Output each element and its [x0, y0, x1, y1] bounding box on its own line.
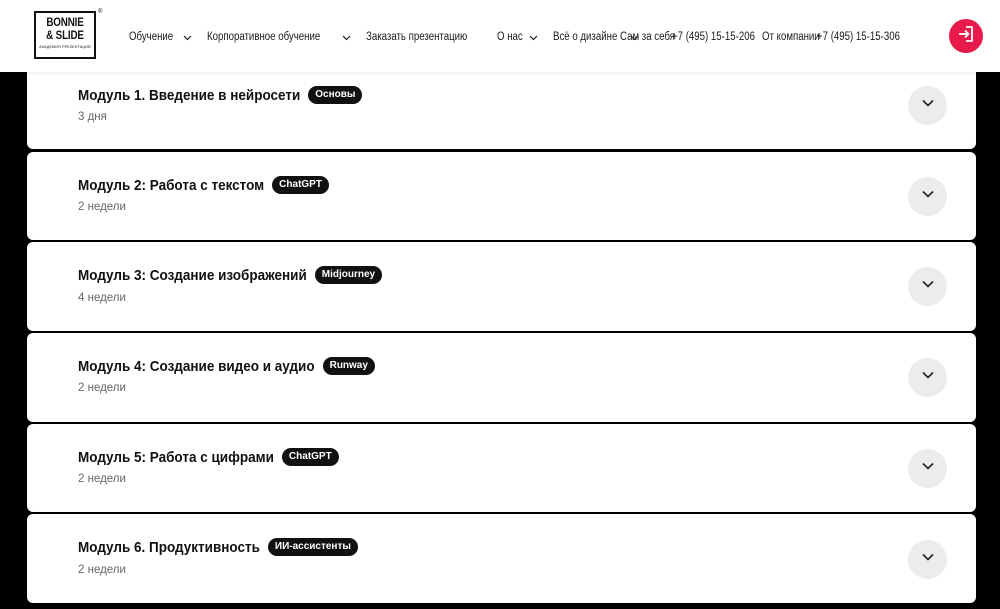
logo-tagline: АКАДЕМИЯ ПРЕЗЕНТАЦИЙ [39, 44, 91, 49]
contact-company-phone-wrap: +7 (495) 15-15-306 [817, 29, 916, 45]
module-duration: 2 недели [78, 201, 126, 213]
chevron-down-icon [920, 95, 936, 116]
module-title: Модуль 6. Продуктивность [78, 539, 260, 556]
module-title-row: Модуль 3: Создание изображений Midjourne… [78, 266, 383, 284]
nav-item-label: О нас [497, 31, 523, 43]
logo-line-2: & SLIDE [46, 28, 84, 42]
nav-item-training[interactable]: Обучение [129, 31, 193, 43]
site-header: BONNIE & SLIDE АКАДЕМИЯ ПРЕЗЕНТАЦИЙ ® Об… [0, 0, 1000, 72]
module-title: Модуль 3: Создание изображений [78, 267, 307, 284]
chevron-down-icon [182, 32, 193, 43]
expand-toggle[interactable] [908, 86, 947, 125]
contact-company-phone[interactable]: +7 (495) 15-15-306 [817, 31, 900, 43]
login-button[interactable] [949, 19, 983, 53]
module-card-2[interactable]: Модуль 2: Работа с текстом ChatGPT 2 нед… [27, 152, 976, 240]
module-duration: 4 недели [78, 292, 126, 304]
contact-self-phone-wrap: +7 (495) 15-15-206 [672, 29, 771, 45]
main-nav: Обучение Корпоративное обучение Заказать… [129, 29, 654, 45]
module-title: Модуль 1. Введение в нейросети [78, 87, 301, 104]
contact-self-label: Сам за себя [620, 31, 675, 43]
expand-toggle[interactable] [908, 267, 947, 306]
chevron-down-icon [920, 276, 936, 297]
module-title-row: Модуль 2: Работа с текстом ChatGPT [78, 176, 329, 194]
registered-mark: ® [98, 9, 103, 15]
login-icon [957, 25, 975, 48]
module-title-row: Модуль 6. Продуктивность ИИ-ассистенты [78, 538, 358, 556]
chevron-down-icon [341, 32, 352, 43]
module-title-row: Модуль 1. Введение в нейросети Основы [78, 86, 363, 104]
module-tag: Midjourney [314, 266, 383, 284]
chevron-down-icon [920, 367, 936, 388]
expand-toggle[interactable] [908, 358, 947, 397]
module-duration: 2 недели [78, 473, 126, 485]
module-title: Модуль 5: Работа с цифрами [78, 449, 274, 466]
chevron-down-icon [920, 458, 936, 479]
module-tag: Runway [322, 357, 375, 375]
expand-toggle[interactable] [908, 449, 947, 488]
chevron-down-icon [920, 549, 936, 570]
nav-item-label: Заказать презентацию [366, 31, 468, 43]
contact-self-phone[interactable]: +7 (495) 15-15-206 [672, 31, 755, 43]
module-card-5[interactable]: Модуль 5: Работа с цифрами ChatGPT 2 нед… [27, 424, 976, 512]
contact-company-label: От компании [762, 31, 820, 43]
module-card-6[interactable]: Модуль 6. Продуктивность ИИ-ассистенты 2… [27, 514, 976, 603]
module-card-1[interactable]: Модуль 1. Введение в нейросети Основы 3 … [27, 60, 976, 149]
module-card-3[interactable]: Модуль 3: Создание изображений Midjourne… [27, 242, 976, 331]
nav-item-label: Всё о дизайне [552, 31, 617, 43]
module-title-row: Модуль 4: Создание видео и аудио Runway [78, 357, 375, 375]
nav-item-label: Обучение [129, 31, 174, 43]
module-duration: 3 дня [78, 111, 107, 123]
nav-item-about[interactable]: О нас [497, 31, 539, 43]
nav-item-label: Корпоративное обучение [206, 31, 320, 43]
module-tag: ChatGPT [281, 448, 339, 466]
logo[interactable]: BONNIE & SLIDE АКАДЕМИЯ ПРЕЗЕНТАЦИЙ [34, 11, 96, 59]
module-duration: 2 недели [78, 382, 126, 394]
chevron-down-icon [528, 32, 539, 43]
module-title-row: Модуль 5: Работа с цифрами ChatGPT [78, 448, 339, 466]
module-tag: ChatGPT [272, 176, 329, 194]
module-duration: 2 недели [78, 564, 126, 576]
nav-item-order[interactable]: Заказать презентацию [366, 31, 483, 43]
module-title: Модуль 4: Создание видео и аудио [78, 358, 315, 375]
chevron-down-icon [920, 186, 936, 207]
module-tag: ИИ-ассистенты [267, 538, 358, 556]
nav-item-corporate[interactable]: Корпоративное обучение [207, 31, 353, 43]
module-card-4[interactable]: Модуль 4: Создание видео и аудио Runway … [27, 333, 976, 422]
module-tag: Основы [308, 86, 363, 104]
expand-toggle[interactable] [908, 540, 947, 579]
expand-toggle[interactable] [908, 177, 947, 216]
module-title: Модуль 2: Работа с текстом [78, 177, 265, 194]
